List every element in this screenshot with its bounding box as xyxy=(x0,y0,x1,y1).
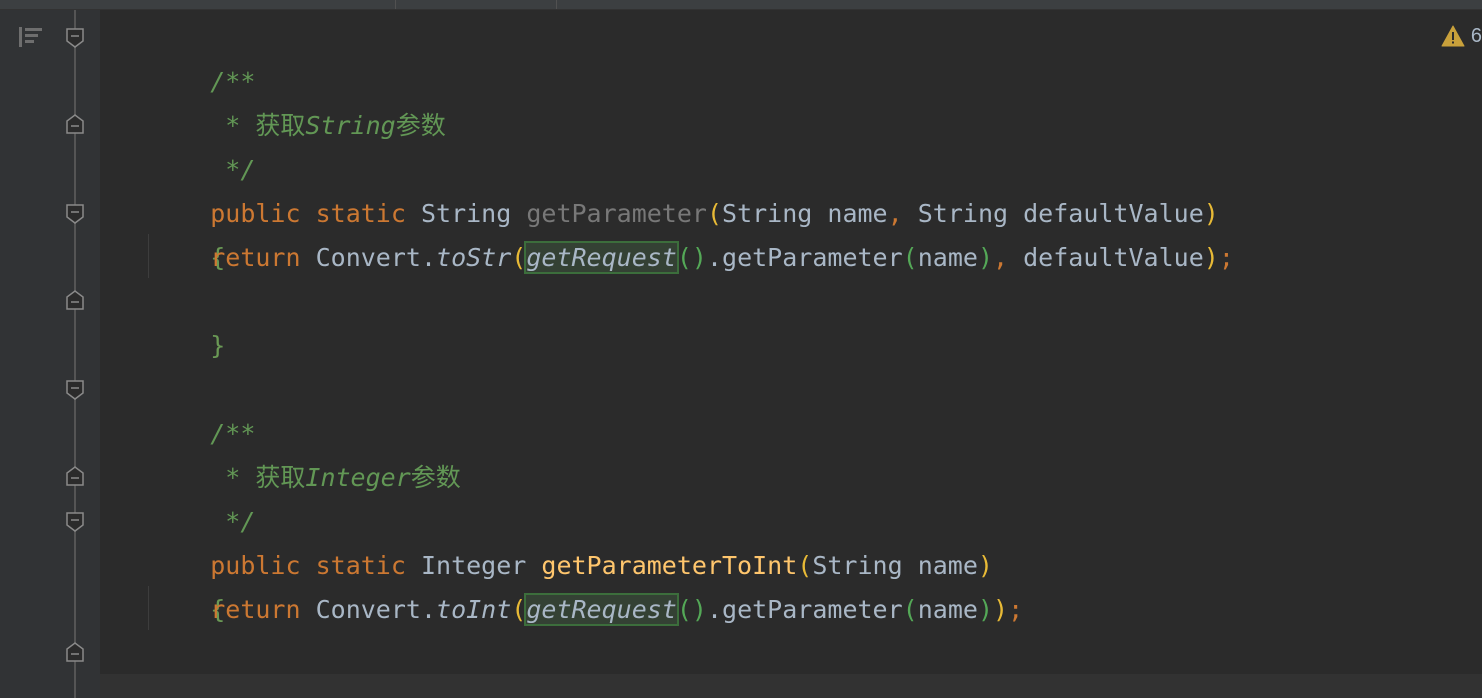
indent-guide xyxy=(148,234,149,278)
inspection-widget[interactable]: 6 xyxy=(1441,22,1482,50)
warning-icon xyxy=(1441,25,1465,47)
static-method-call[interactable]: toStr xyxy=(436,243,511,272)
fold-collapse-icon[interactable] xyxy=(66,28,84,48)
structure-icon[interactable] xyxy=(18,26,44,48)
class-reference: Convert xyxy=(315,595,421,624)
fold-end-icon[interactable] xyxy=(66,290,84,310)
editor-tab-strip xyxy=(0,0,1482,10)
return-type: String xyxy=(420,199,512,228)
code-line[interactable]: } xyxy=(150,632,225,698)
fold-end-icon[interactable] xyxy=(66,466,84,486)
code-line[interactable]: /** xyxy=(150,368,255,448)
doc-comment-type: Integer xyxy=(305,463,411,492)
doc-comment-text: 获取 xyxy=(255,111,306,140)
argument: defaultValue xyxy=(1023,243,1204,272)
return-type: Integer xyxy=(420,551,527,580)
param-name: name xyxy=(917,551,978,580)
keyword-static: static xyxy=(315,199,406,228)
fold-collapse-icon[interactable] xyxy=(66,204,84,224)
method-name[interactable]: getParameterToInt xyxy=(541,551,797,580)
keyword-return: return xyxy=(210,595,301,624)
argument: name xyxy=(917,595,978,624)
doc-comment-type: String xyxy=(305,111,396,140)
code-line[interactable]: */ xyxy=(150,456,255,536)
current-line-highlight xyxy=(100,674,1482,698)
code-line[interactable]: { xyxy=(150,544,225,624)
argument: name xyxy=(917,243,978,272)
inspection-count: 6 xyxy=(1470,24,1482,47)
param-name: name xyxy=(827,199,888,228)
code-line[interactable]: } xyxy=(150,280,225,360)
code-line[interactable]: { xyxy=(150,192,225,272)
editor-gutter xyxy=(0,10,100,698)
keyword-static: static xyxy=(315,551,406,580)
class-reference: Convert xyxy=(315,243,421,272)
code-line[interactable]: return Convert.toStr(getRequest().getPar… xyxy=(150,236,1234,280)
method-call[interactable]: getParameter xyxy=(722,595,903,624)
code-line[interactable]: * 获取String参数 xyxy=(150,60,445,140)
method-signature-line[interactable]: public static Integer getParameterToInt(… xyxy=(150,500,993,580)
code-line[interactable]: * 获取Integer参数 xyxy=(150,412,461,492)
param-type: String xyxy=(917,199,1009,228)
keyword-return: return xyxy=(210,243,301,272)
tab-divider xyxy=(395,0,396,9)
param-type: String xyxy=(812,551,903,580)
fold-collapse-icon[interactable] xyxy=(66,512,84,532)
tab-divider xyxy=(556,0,557,9)
code-editor[interactable]: 6 /** * 获取String参数 */ public static Stri… xyxy=(0,0,1482,698)
fold-end-icon[interactable] xyxy=(66,642,84,662)
static-method-call[interactable]: toInt xyxy=(436,595,511,624)
method-name[interactable]: getParameter xyxy=(526,199,707,228)
comma: , xyxy=(887,199,903,228)
param-name: defaultValue xyxy=(1023,199,1204,228)
doc-comment-text: 参数 xyxy=(410,463,461,492)
fold-collapse-icon[interactable] xyxy=(66,380,84,400)
code-line[interactable]: */ xyxy=(150,104,255,184)
highlighted-call[interactable]: getRequest xyxy=(524,241,679,274)
code-line[interactable]: /** xyxy=(150,16,255,96)
fold-end-icon[interactable] xyxy=(66,114,84,134)
code-line[interactable]: return Convert.toInt(getRequest().getPar… xyxy=(150,588,1023,632)
highlighted-call[interactable]: getRequest xyxy=(524,593,679,626)
method-signature-line[interactable]: public static String getParameter(String… xyxy=(150,148,1219,228)
indent-guide xyxy=(148,586,149,630)
method-call[interactable]: getParameter xyxy=(722,243,903,272)
close-brace: } xyxy=(210,331,226,360)
doc-comment-text: 获取 xyxy=(255,463,306,492)
param-type: String xyxy=(722,199,813,228)
doc-comment-text: 参数 xyxy=(395,111,446,140)
